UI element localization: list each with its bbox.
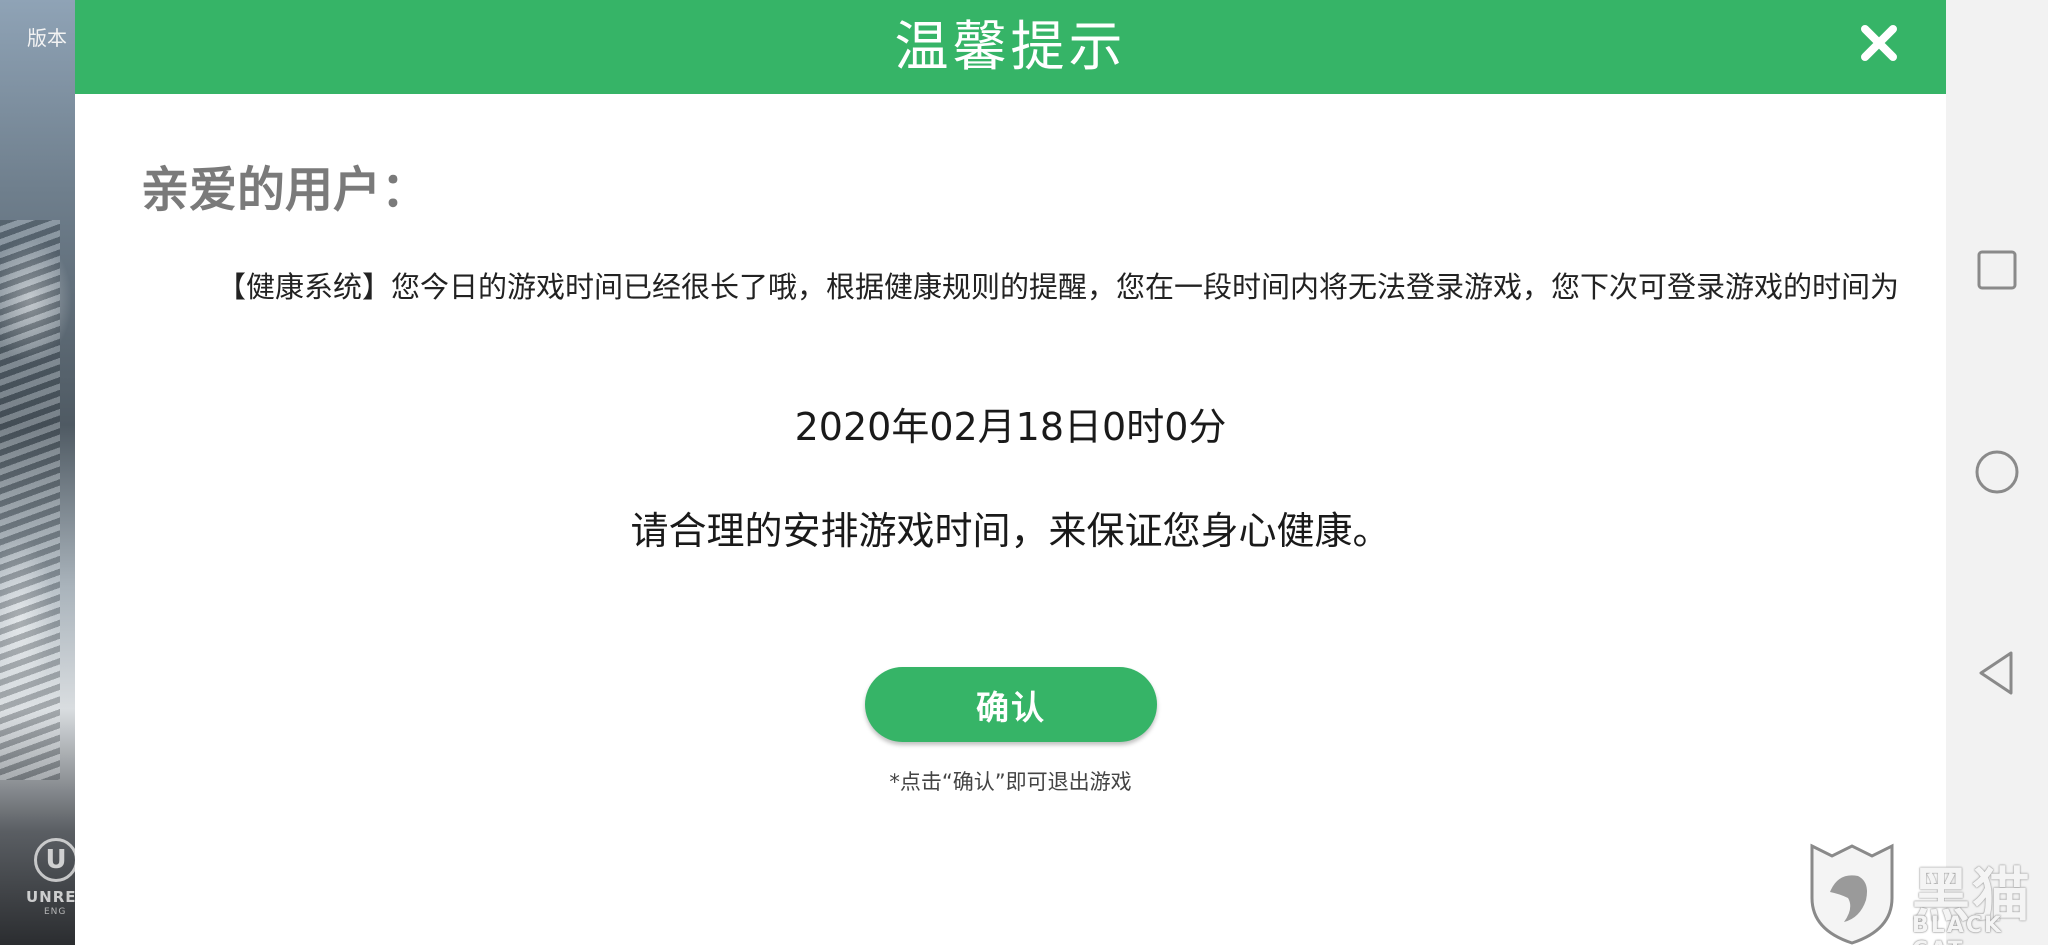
health-message: 【健康系统】您今日的游戏时间已经很长了哦，根据健康规则的提醒，您在一段时间内将无… — [217, 270, 1900, 304]
home-icon — [1975, 450, 2019, 494]
advice-text: 请合理的安排游戏时间，来保证您身心健康。 — [630, 509, 1391, 553]
confirm-note: *点击“确认”即可退出游戏 — [889, 770, 1132, 794]
screen: 版本 U UNRE ENG 温馨提示 亲爱的用户： 【健康系统】您今日的游戏时间… — [0, 0, 2048, 945]
game-background — [0, 0, 76, 945]
close-button[interactable] — [1851, 15, 1907, 71]
version-label: 版本 — [27, 26, 67, 50]
back-icon — [1979, 651, 2013, 695]
engine-sub-text: ENG — [44, 907, 67, 917]
close-icon — [1861, 25, 1897, 61]
engine-name-text: UNRE — [26, 888, 77, 906]
confirm-button[interactable]: 确认 — [865, 667, 1157, 742]
health-reminder-dialog: 温馨提示 亲爱的用户： 【健康系统】您今日的游戏时间已经很长了哦，根据健康规则的… — [75, 0, 1946, 945]
recent-apps-icon — [1977, 250, 2017, 290]
android-navigation-bar — [1946, 0, 2048, 945]
dialog-title: 温馨提示 — [894, 15, 1127, 78]
back-button[interactable] — [1946, 638, 2048, 708]
unreal-engine-logo: U — [34, 838, 78, 882]
watermark-english-text: BLACK CAT — [1912, 913, 2004, 945]
recent-apps-button[interactable] — [1946, 235, 2048, 305]
home-button[interactable] — [1946, 437, 2048, 507]
next-login-time: 2020年02月18日0时0分 — [794, 405, 1227, 449]
greeting-text: 亲爱的用户： — [141, 162, 430, 218]
snowy-tree-image — [0, 220, 60, 780]
